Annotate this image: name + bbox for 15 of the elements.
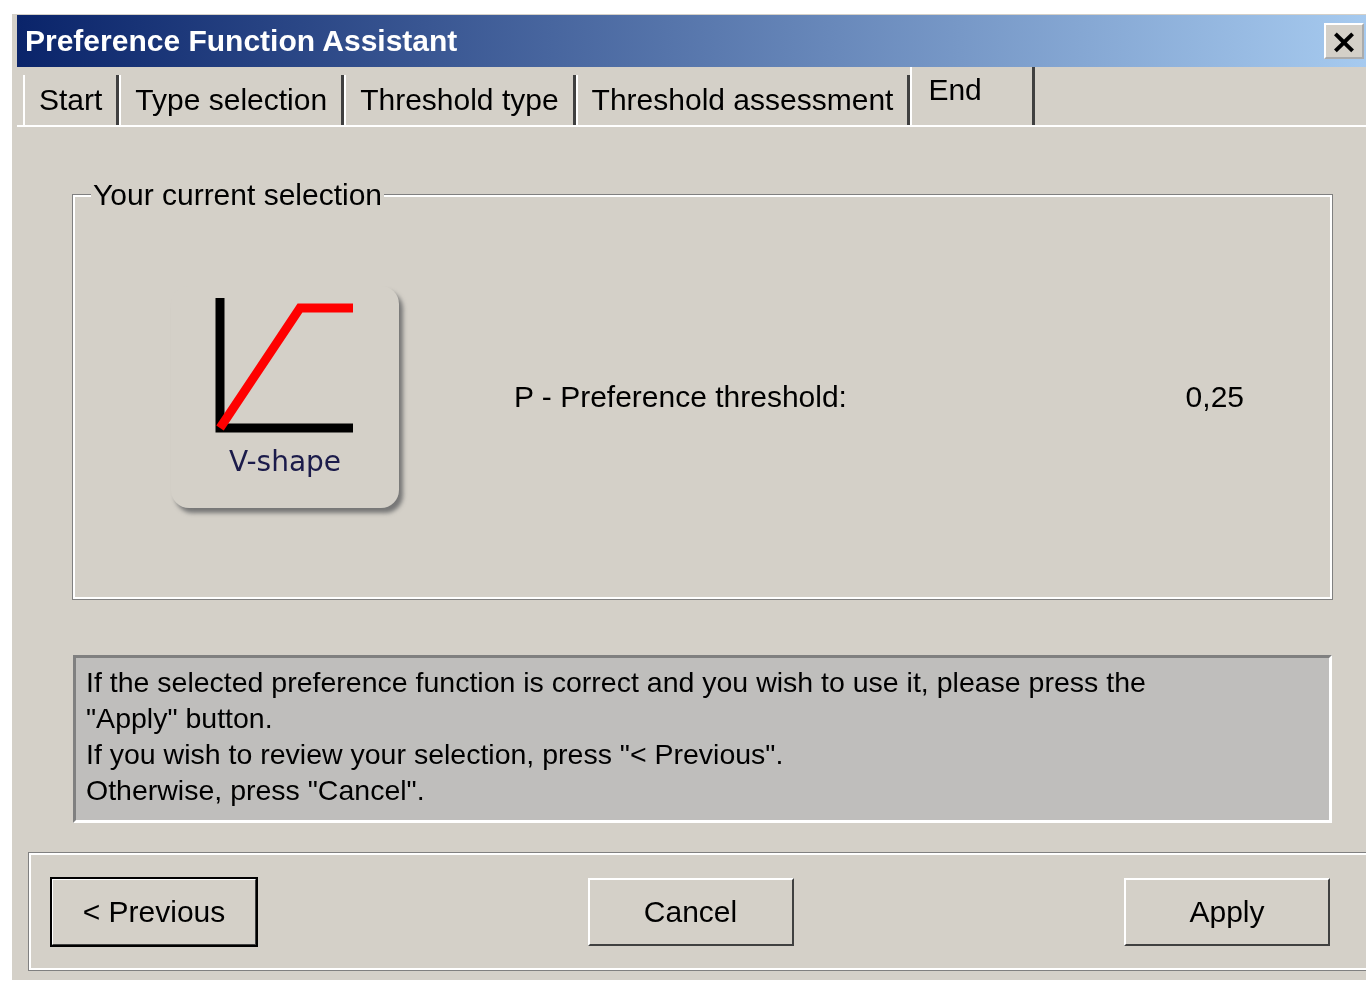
tab[interactable]: End [910,67,1035,125]
tab[interactable]: Threshold assessment [575,75,911,125]
tab[interactable]: Threshold type [344,75,576,125]
window-title: Preference Function Assistant [25,24,458,58]
threshold-value: 0,25 [1185,380,1244,414]
threshold-label: P - Preference threshold: [514,380,848,414]
instruction-text: If the selected preference function is correct and you wish to use it, please press the "Apply" button. If you wish to review your selection, press "< Previous". Otherwise, press "Cancel". [73,655,1332,823]
dialog-button[interactable]: Cancel [587,877,794,946]
v-shape-icon [215,298,355,433]
tab[interactable]: Type selection [119,75,345,125]
tab[interactable]: Start [23,75,120,125]
close-button[interactable]: × [1324,23,1364,59]
dialog-button[interactable]: Apply [1124,877,1330,946]
dialog-button[interactable]: < Previous [51,877,257,946]
function-label: V-shape [228,445,342,478]
